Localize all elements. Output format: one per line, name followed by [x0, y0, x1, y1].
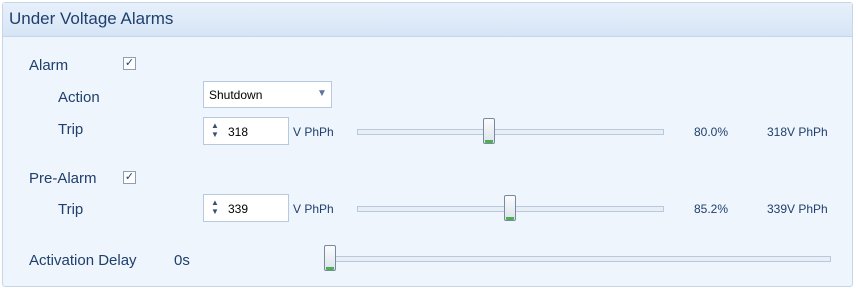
alarm-label: Alarm: [29, 57, 69, 74]
pre-alarm-checkbox[interactable]: ✓: [123, 171, 136, 184]
pre-alarm-trip-volts: 339V PhPh: [767, 202, 828, 216]
spin-arrows-icon[interactable]: ▲ ▼: [211, 198, 219, 216]
alarm-checkbox[interactable]: ✓: [123, 57, 136, 70]
panel-header: Under Voltage Alarms: [3, 3, 852, 37]
action-dropdown[interactable]: Shutdown ▼: [203, 81, 332, 108]
alarm-trip-spinner[interactable]: ▲ ▼ 318: [203, 117, 289, 145]
alarm-trip-unit: V PhPh: [293, 125, 334, 139]
alarm-trip-label: Trip: [58, 121, 84, 138]
pre-alarm-label: Pre-Alarm: [29, 170, 97, 187]
alarm-trip-volts: 318V PhPh: [767, 125, 828, 139]
alarm-trip-value: 318: [228, 125, 249, 139]
action-dropdown-value: Shutdown: [209, 88, 263, 102]
activation-delay-value: 0s: [174, 252, 190, 269]
alarm-trip-percent: 80.0%: [694, 125, 729, 139]
activation-delay-label: Activation Delay: [29, 252, 137, 269]
check-icon: ✓: [124, 57, 135, 69]
activation-delay-slider-thumb[interactable]: [324, 245, 336, 271]
alarm-trip-slider-thumb[interactable]: [482, 118, 495, 144]
pre-alarm-trip-value: 339: [228, 202, 249, 216]
panel-title: Under Voltage Alarms: [9, 9, 174, 28]
pre-alarm-trip-percent: 85.2%: [694, 202, 729, 216]
spin-arrows-icon[interactable]: ▲ ▼: [211, 121, 219, 139]
pre-alarm-trip-spinner[interactable]: ▲ ▼ 339: [203, 194, 289, 222]
chevron-down-icon: ▼: [317, 88, 327, 99]
pre-alarm-trip-unit: V PhPh: [293, 202, 334, 216]
pre-alarm-trip-slider-thumb[interactable]: [504, 195, 517, 221]
under-voltage-alarms-panel: Under Voltage Alarms: [2, 2, 853, 287]
pre-alarm-trip-label: Trip: [58, 201, 84, 218]
action-label: Action: [58, 89, 100, 106]
check-icon: ✓: [124, 171, 135, 183]
activation-delay-slider-track[interactable]: [324, 256, 831, 262]
alarm-trip-slider-track[interactable]: [357, 129, 664, 135]
